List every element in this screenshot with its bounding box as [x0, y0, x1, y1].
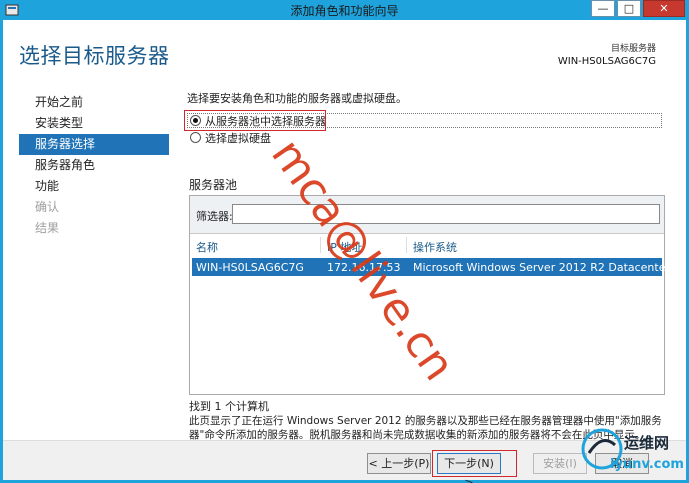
target-server: 目标服务器 WIN-HS0LSAG6C7G [558, 41, 656, 67]
maximize-button[interactable]: □ [617, 0, 641, 17]
target-server-label: 目标服务器 [610, 44, 656, 54]
highlight-box-option [184, 110, 326, 131]
nav-item-results: 结果 [35, 221, 60, 235]
radio-virtual-disk[interactable] [190, 132, 201, 143]
column-header-os[interactable]: 操作系统 [413, 239, 457, 255]
minimize-button[interactable]: — [591, 0, 615, 17]
nav-item-features[interactable]: 功能 [19, 176, 169, 197]
column-divider [406, 237, 407, 253]
main-panel: 选择要安装角色和功能的服务器或虚拟硬盘。 从服务器池中选择服务器 选择虚拟硬盘 … [184, 90, 670, 441]
server-os-cell: Microsoft Windows Server 2012 R2 Datacen… [413, 261, 671, 274]
server-pool-title: 服务器池 [189, 178, 238, 192]
nav-item-installation-type[interactable]: 安装类型 [19, 113, 169, 134]
logo-subtitle: iyunv.com [610, 457, 684, 472]
table-row[interactable]: WIN-HS0LSAG6C7G 172.16.17.53 Microsoft W… [192, 258, 670, 276]
title-bar[interactable]: 添加角色和功能向导 — □ ✕ [0, 0, 689, 20]
site-logo: 运维网 iyunv.com [580, 427, 686, 480]
target-server-value: WIN-HS0LSAG6C7G [557, 56, 656, 67]
option-virtual-disk[interactable]: 选择虚拟硬盘 [190, 130, 271, 145]
logo-title: 运维网 [624, 434, 670, 452]
nav-item-server-roles[interactable]: 服务器角色 [19, 155, 169, 176]
nav-item-confirmation: 确认 [35, 200, 60, 214]
install-button: 安装(I) [533, 453, 587, 474]
nav-item-before-you-begin[interactable]: 开始之前 [19, 92, 169, 113]
selection-prompt: 选择要安装角色和功能的服务器或虚拟硬盘。 [187, 92, 407, 105]
filter-label: 筛选器: [196, 210, 233, 223]
option-virtual-disk-label: 选择虚拟硬盘 [205, 131, 271, 145]
nav-item-server-selection[interactable]: 服务器选择 [19, 134, 169, 155]
previous-button[interactable]: < 上一步(P) [367, 453, 431, 474]
filter-area: 筛选器: [190, 196, 664, 234]
wizard-client: 选择目标服务器 目标服务器 WIN-HS0LSAG6C7G 开始之前 安装类型 … [3, 20, 686, 483]
found-count: 找到 1 个计算机 [189, 400, 269, 413]
window-title: 添加角色和功能向导 [290, 4, 399, 18]
highlight-box-next [432, 450, 517, 477]
column-headers: 名称 IP 地址 操作系统 [190, 234, 664, 256]
server-name-cell: WIN-HS0LSAG6C7G [196, 261, 304, 274]
page-title: 选择目标服务器 [19, 44, 170, 68]
wizard-nav: 开始之前 安装类型 服务器选择 服务器角色 功能 确认 结果 [19, 92, 169, 239]
column-header-name[interactable]: 名称 [196, 239, 218, 255]
window-frame: 添加角色和功能向导 — □ ✕ 选择目标服务器 目标服务器 WIN-HS0LSA… [0, 0, 689, 483]
close-button[interactable]: ✕ [643, 0, 685, 17]
